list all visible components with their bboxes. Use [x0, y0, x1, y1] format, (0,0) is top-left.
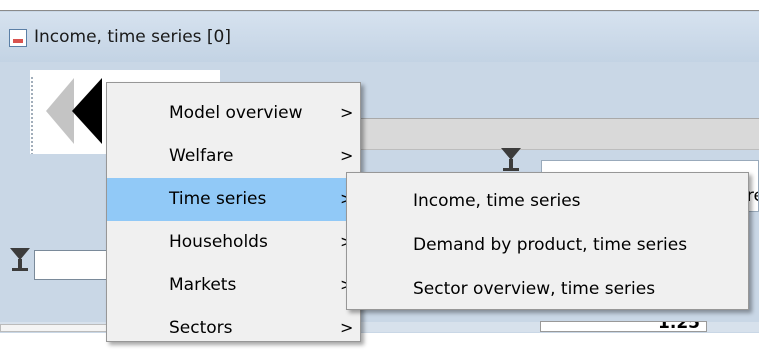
- time-series-submenu: Income, time series Demand by product, t…: [346, 172, 749, 310]
- submenu-item-sector-overview[interactable]: Sector overview, time series: [347, 267, 748, 311]
- menu-item-households[interactable]: Households >: [107, 221, 360, 264]
- menu-item-label: Time series: [169, 189, 267, 209]
- window-title: Income, time series [0]: [34, 27, 232, 47]
- menu-item-label: Model overview: [169, 103, 303, 123]
- menu-item-label: Sectors: [169, 318, 233, 338]
- filter-icon[interactable]: [501, 148, 521, 172]
- filter-icon[interactable]: [10, 248, 30, 272]
- context-menu: Model overview > Welfare > Time series >…: [106, 82, 361, 342]
- menu-item-time-series[interactable]: Time series >: [107, 178, 360, 221]
- title-bar[interactable]: Income, time series [0]: [0, 12, 759, 62]
- grid-cell[interactable]: [0, 324, 108, 332]
- java-cup-icon: [9, 29, 27, 47]
- submenu-item-income-time-series[interactable]: Income, time series: [347, 179, 748, 223]
- menu-item-label: Markets: [169, 275, 237, 295]
- menu-item-markets[interactable]: Markets >: [107, 264, 360, 307]
- toolbar-grip[interactable]: [30, 76, 34, 154]
- value-cell-text: 1.25: [658, 321, 700, 332]
- chevron-right-icon: >: [340, 103, 354, 122]
- submenu-item-demand-by-product[interactable]: Demand by product, time series: [347, 223, 748, 267]
- menu-item-sectors[interactable]: Sectors >: [107, 307, 360, 350]
- submenu-item-label: Sector overview, time series: [413, 279, 656, 299]
- menu-item-model-overview[interactable]: Model overview >: [107, 92, 360, 135]
- submenu-item-label: Demand by product, time series: [413, 235, 688, 255]
- chevron-right-icon: >: [340, 318, 354, 337]
- filter-field[interactable]: [34, 250, 109, 280]
- menu-item-welfare[interactable]: Welfare >: [107, 135, 360, 178]
- menu-item-label: Welfare: [169, 146, 234, 166]
- chevron-right-icon: >: [340, 146, 354, 165]
- menu-item-label: Households: [169, 232, 268, 252]
- value-cell[interactable]: 1.25: [540, 321, 707, 332]
- first-page-icon-back: [46, 78, 74, 144]
- first-page-icon[interactable]: [46, 78, 102, 144]
- submenu-item-label: Income, time series: [413, 191, 581, 211]
- first-page-icon-front: [72, 78, 102, 144]
